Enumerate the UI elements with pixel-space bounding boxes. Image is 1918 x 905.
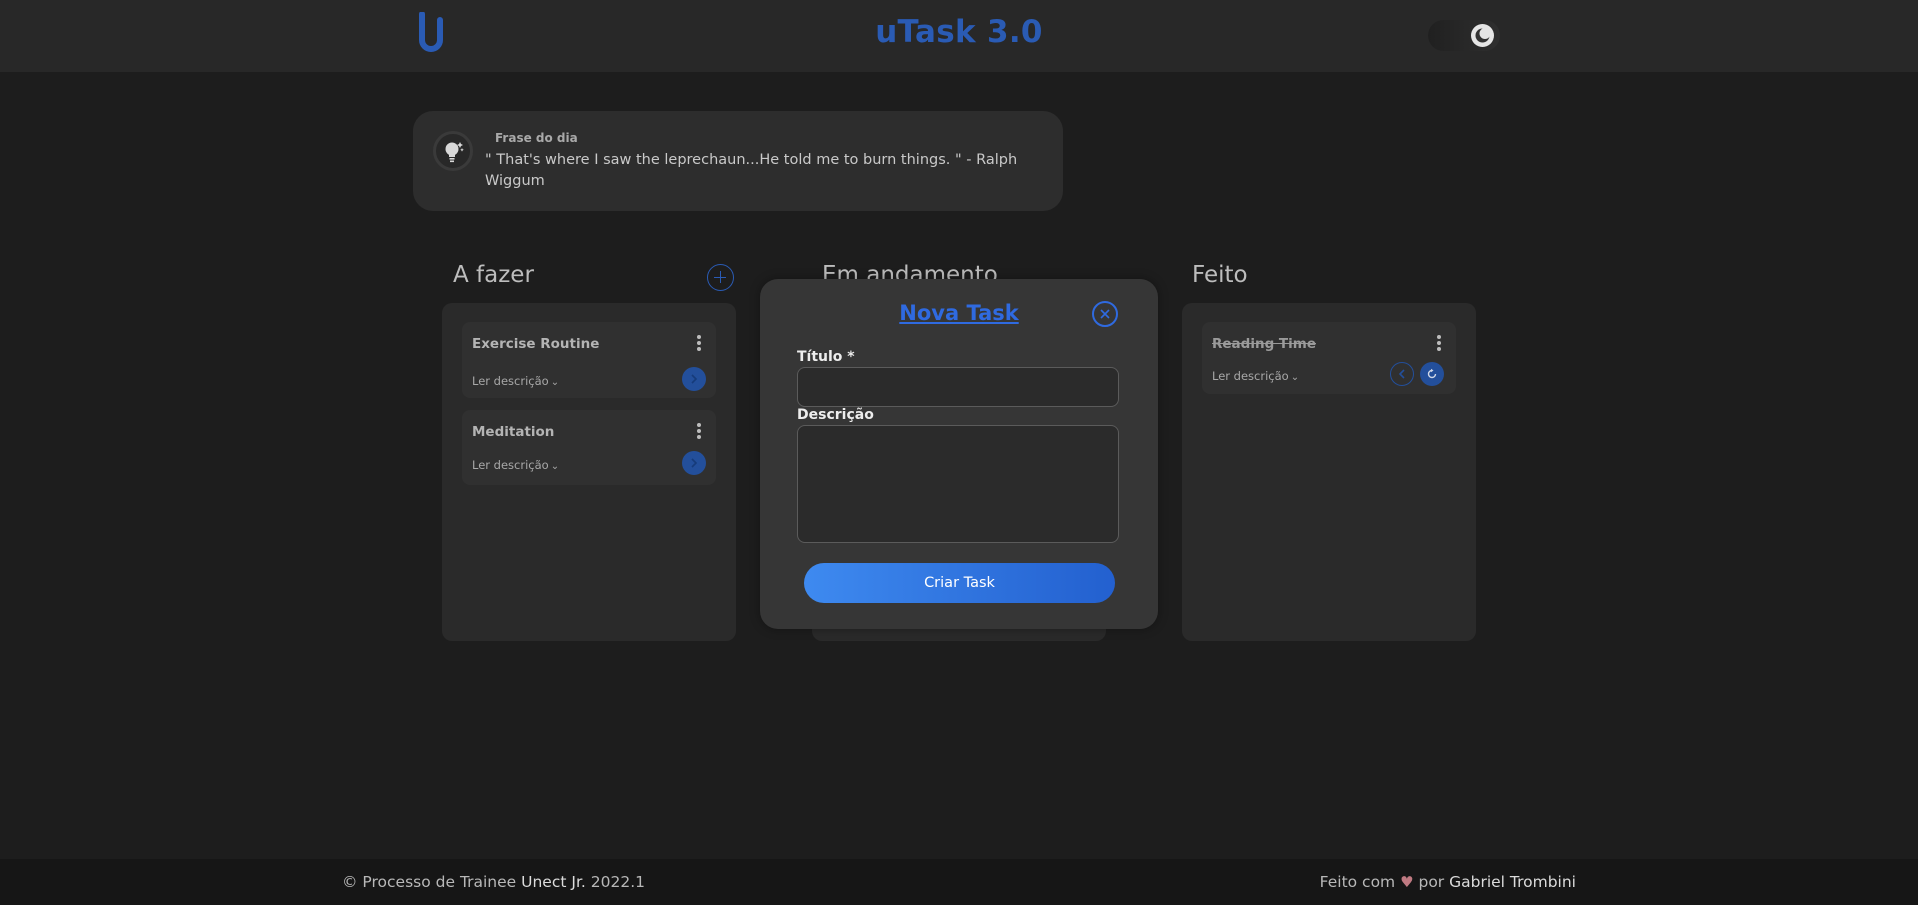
chevron-down-icon: ⌄ (550, 377, 560, 388)
moon-icon (1475, 28, 1491, 43)
quote-text: " That's where I saw the leprechaun...He… (485, 152, 1018, 189)
new-task-modal: Nova Task Título * Descrição Criar Task (760, 279, 1158, 629)
close-modal-button[interactable] (1092, 301, 1118, 327)
read-description-label: Ler descrição (1212, 369, 1289, 383)
chevron-right-icon (691, 458, 698, 468)
column-todo: Exercise Routine Ler descrição ⌄ Meditati… (442, 303, 736, 641)
footer-year: 2022.1 (585, 873, 645, 891)
task-title: Meditation (472, 424, 555, 440)
read-description-toggle[interactable]: Ler descrição ⌄ (472, 458, 559, 472)
task-title: Exercise Routine (472, 336, 600, 352)
footer-org: Unect Jr. (521, 873, 586, 891)
theme-toggle[interactable] (1428, 20, 1500, 51)
task-card[interactable]: Meditation Ler descrição ⌄ (462, 410, 716, 485)
task-card[interactable]: Exercise Routine Ler descrição ⌄ (462, 322, 716, 398)
footer-credits: © Processo de Trainee Unect Jr. 2022.1 (342, 873, 645, 891)
description-field-label: Descrição (797, 407, 874, 423)
heart-icon: ♥ (1400, 873, 1414, 891)
footer-author: Feito com ♥ por Gabriel Trombini (1320, 873, 1576, 891)
move-right-button[interactable] (682, 367, 706, 391)
read-description-toggle[interactable]: Ler descrição ⌄ (472, 374, 559, 388)
chevron-right-icon (691, 374, 698, 384)
column-done: Reading Time Ler descrição ⌄ (1182, 303, 1476, 641)
read-description-label: Ler descrição (472, 458, 549, 472)
footer-by: por (1413, 873, 1450, 891)
task-title: Reading Time (1212, 336, 1316, 352)
more-options-icon[interactable] (696, 423, 702, 441)
refresh-icon (1427, 368, 1437, 379)
read-description-toggle[interactable]: Ler descrição ⌄ (1212, 369, 1299, 383)
column-title-todo: A fazer (453, 262, 534, 288)
more-options-icon[interactable] (1436, 335, 1442, 353)
task-card[interactable]: Reading Time Ler descrição ⌄ (1202, 322, 1456, 394)
chevron-down-icon: ⌄ (1290, 372, 1300, 383)
restore-button[interactable] (1420, 362, 1444, 386)
description-input[interactable] (797, 425, 1119, 543)
move-right-button[interactable] (682, 451, 706, 475)
quote-label: Frase do dia (495, 131, 578, 145)
lightbulb-icon (433, 131, 473, 171)
column-title-done: Feito (1192, 262, 1248, 288)
top-header: uTask 3.0 (0, 0, 1918, 72)
chevron-down-icon: ⌄ (550, 461, 560, 472)
move-left-button[interactable] (1390, 362, 1414, 386)
add-task-button[interactable] (707, 264, 734, 291)
app-title: uTask 3.0 (875, 14, 1043, 50)
footer-copyright: © Processo de Trainee (342, 873, 522, 891)
toggle-knob (1471, 24, 1494, 47)
title-field-label: Título * (797, 349, 855, 365)
create-task-button[interactable]: Criar Task (804, 563, 1115, 603)
quote-card: Frase do dia " That's where I saw the le… (413, 111, 1063, 211)
read-description-label: Ler descrição (472, 374, 549, 388)
footer: © Processo de Trainee Unect Jr. 2022.1 F… (0, 859, 1918, 905)
chevron-left-icon (1398, 368, 1405, 379)
footer-author-name[interactable]: Gabriel Trombini (1449, 873, 1576, 891)
close-icon (1100, 309, 1110, 319)
title-input[interactable] (797, 367, 1119, 407)
more-options-icon[interactable] (696, 335, 702, 353)
footer-made-with: Feito com (1319, 873, 1401, 891)
